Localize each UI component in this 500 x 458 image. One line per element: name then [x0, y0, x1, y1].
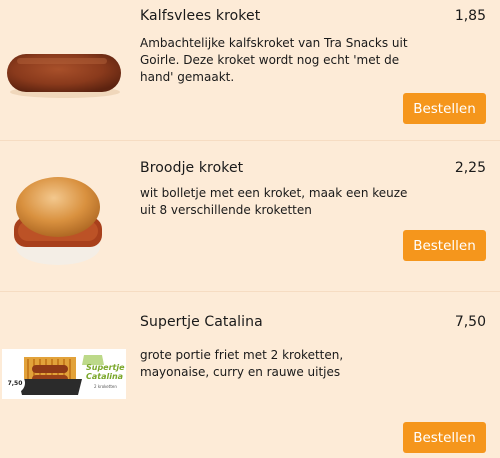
product-description: Ambachtelijke kalfskroket van Tra Snacks…	[140, 36, 408, 84]
kroket-image	[7, 54, 121, 98]
product-price: 1,85	[454, 8, 486, 24]
broodje-kroket-image	[14, 177, 102, 265]
order-button[interactable]: Bestellen	[403, 230, 486, 261]
product-title: Kalfsvlees kroket	[140, 8, 261, 24]
order-button[interactable]: Bestellen	[403, 93, 486, 124]
image-title-line2: Catalina	[86, 372, 124, 381]
product-title: Supertje Catalina	[140, 314, 263, 330]
product-item-supertje-catalina: 7,50 Supertje Catalina 2 kroketten Super…	[0, 292, 500, 458]
product-price: 2,25	[454, 160, 486, 176]
product-description: grote portie friet met 2 kroketten, mayo…	[140, 348, 344, 379]
supertje-catalina-image: 7,50 Supertje Catalina 2 kroketten	[2, 349, 126, 399]
order-button[interactable]: Bestellen	[403, 422, 486, 453]
product-price: 7,50	[454, 314, 486, 330]
product-title: Broodje kroket	[140, 160, 244, 176]
image-title-line1: Supertje	[86, 363, 125, 372]
price-badge: 7,50	[5, 373, 25, 393]
product-item-kalfsvlees-kroket: Kalfsvlees kroket 1,85 Ambachtelijke kal…	[0, 0, 500, 140]
image-subtitle: 2 kroketten	[94, 384, 117, 389]
product-item-broodje-kroket: Broodje kroket 2,25 wit bolletje met een…	[0, 141, 500, 291]
product-description: wit bolletje met een kroket, maak een ke…	[140, 186, 408, 217]
